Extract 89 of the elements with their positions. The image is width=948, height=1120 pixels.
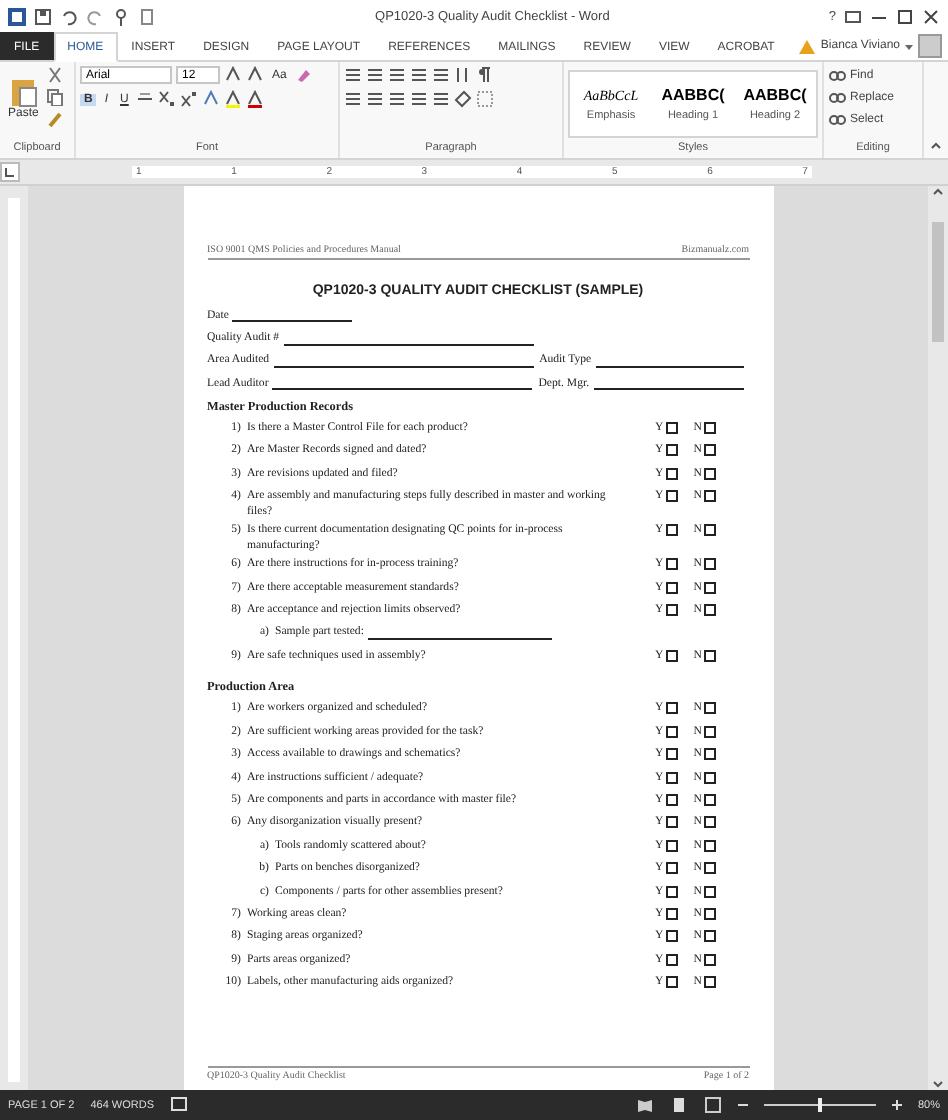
scissors-icon[interactable] (46, 66, 65, 84)
undo-icon[interactable] (60, 7, 78, 25)
line-spacing-icon[interactable] (432, 90, 450, 108)
checkbox[interactable] (703, 581, 716, 594)
multilevel-list-icon[interactable] (388, 66, 406, 84)
checkbox[interactable] (665, 839, 678, 852)
checkbox[interactable] (665, 907, 678, 920)
checkbox[interactable] (703, 558, 716, 571)
checkbox[interactable] (665, 581, 678, 594)
checkbox[interactable] (703, 885, 716, 898)
warning-icon (798, 37, 817, 55)
checkbox[interactable] (665, 444, 678, 457)
save-icon[interactable] (34, 7, 52, 25)
checkbox[interactable] (665, 649, 678, 662)
checkbox[interactable] (665, 953, 678, 966)
checkbox[interactable] (665, 467, 678, 480)
eraser-icon[interactable] (294, 66, 313, 84)
zoom-in-icon[interactable] (891, 1100, 902, 1110)
checkbox[interactable] (703, 490, 716, 503)
checkbox[interactable] (703, 603, 716, 616)
checkbox[interactable] (665, 603, 678, 616)
checkbox[interactable] (665, 816, 678, 829)
numbering-icon[interactable] (366, 66, 384, 84)
checkbox[interactable] (703, 930, 716, 943)
ribbon-display-icon[interactable] (844, 7, 862, 25)
checkbox[interactable] (665, 702, 678, 715)
subscript-icon[interactable] (158, 90, 177, 108)
scroll-up-icon[interactable] (932, 186, 944, 198)
maximize-icon[interactable] (896, 7, 914, 25)
caret-icon[interactable] (904, 41, 914, 51)
checkbox[interactable] (665, 748, 678, 761)
checkbox[interactable] (703, 444, 716, 457)
checkbox[interactable] (665, 524, 678, 537)
checkbox[interactable] (665, 862, 678, 875)
tab-stop-icon[interactable] (0, 162, 20, 182)
align-right-icon[interactable] (388, 90, 406, 108)
brush-icon[interactable] (46, 110, 65, 128)
binoculars-icon (828, 66, 846, 84)
app-icon[interactable] (8, 7, 26, 25)
checkbox[interactable] (703, 907, 716, 920)
proofing-icon[interactable] (170, 1096, 189, 1114)
scroll-down-icon[interactable] (932, 1078, 944, 1090)
style-preview[interactable]: AABBC( (661, 86, 725, 104)
collapse-ribbon-icon[interactable] (930, 140, 942, 152)
align-left-icon[interactable] (344, 90, 362, 108)
checkbox[interactable] (703, 816, 716, 829)
print-layout-icon[interactable] (669, 1096, 688, 1114)
bullets-icon[interactable] (344, 66, 362, 84)
read-mode-icon[interactable] (635, 1096, 654, 1114)
checkbox[interactable] (703, 976, 716, 989)
pilcrow-icon[interactable] (476, 66, 494, 84)
checkbox[interactable] (665, 885, 678, 898)
redo-icon[interactable] (86, 7, 104, 25)
font-color-icon[interactable] (246, 90, 265, 108)
checkbox[interactable] (665, 930, 678, 943)
checkbox[interactable] (665, 725, 678, 738)
checkbox[interactable] (665, 771, 678, 784)
zoom-out-icon[interactable] (737, 1100, 748, 1110)
checkbox[interactable] (665, 976, 678, 989)
checkbox[interactable] (703, 748, 716, 761)
checkbox[interactable] (703, 771, 716, 784)
copy-icon[interactable] (46, 88, 65, 106)
align-center-icon[interactable] (366, 90, 384, 108)
document-icon[interactable] (138, 7, 156, 25)
clipboard-icon[interactable] (9, 75, 38, 107)
checkbox[interactable] (703, 421, 716, 434)
checkbox[interactable] (665, 794, 678, 807)
checkbox[interactable] (703, 702, 716, 715)
checkbox[interactable] (703, 649, 716, 662)
checkbox[interactable] (703, 725, 716, 738)
scrollbar[interactable] (928, 186, 948, 1090)
checkbox[interactable] (665, 490, 678, 503)
checkbox[interactable] (703, 794, 716, 807)
checkbox[interactable] (703, 953, 716, 966)
style-preview[interactable]: AABBC( (743, 86, 807, 104)
highlighter-icon[interactable] (224, 90, 243, 108)
checkbox[interactable] (703, 467, 716, 480)
web-layout-icon[interactable] (703, 1096, 722, 1114)
increase-indent-icon[interactable] (432, 66, 450, 84)
checkbox[interactable] (703, 524, 716, 537)
superscript-icon[interactable] (180, 90, 199, 108)
justify-icon[interactable] (410, 90, 428, 108)
checkbox[interactable] (703, 862, 716, 875)
zoom-thumb[interactable] (817, 1098, 822, 1112)
checkbox[interactable] (665, 558, 678, 571)
close-icon[interactable] (922, 7, 940, 25)
checkbox[interactable] (703, 839, 716, 852)
checkbox[interactable] (665, 421, 678, 434)
decrease-indent-icon[interactable] (410, 66, 428, 84)
